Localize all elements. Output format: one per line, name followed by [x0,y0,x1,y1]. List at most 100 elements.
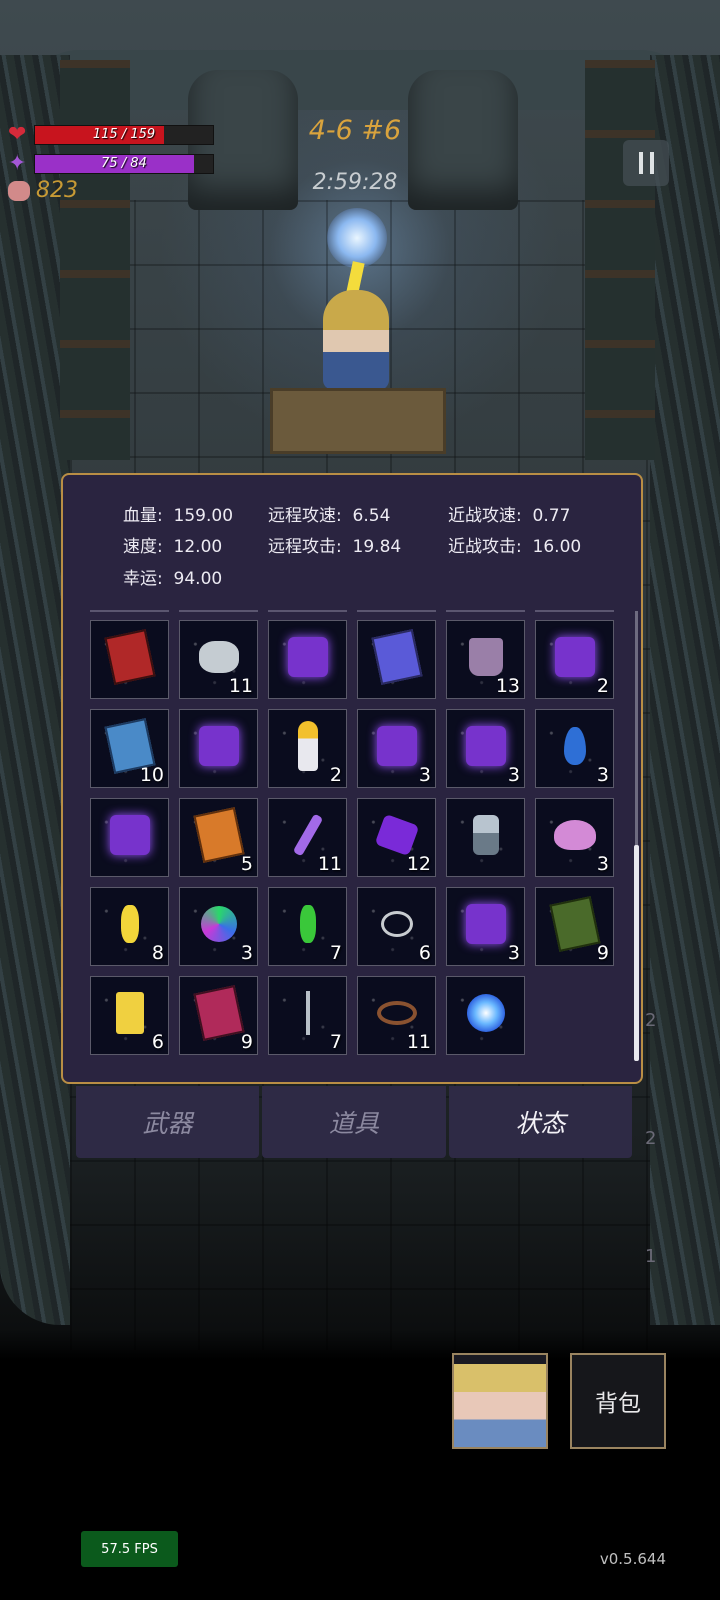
item-count: 12 [406,853,431,875]
coin-count: 823 [36,178,78,203]
inventory-slot[interactable]: 11 [268,798,347,877]
stat-value: 6.54 [352,506,391,526]
inventory-slot[interactable] [179,709,258,788]
inventory-slot[interactable]: 2 [535,620,614,699]
inventory-slot[interactable]: 9 [179,976,258,1055]
yellow-card-icon [115,992,144,1035]
spiral-rune-icon [376,726,417,767]
inventory-slot[interactable]: 12 [357,798,436,877]
swirl-rune-icon [465,904,506,945]
stat-ranged-speed: 远程攻速: 6.54 [268,501,390,526]
bag-button[interactable]: 背包 [570,1353,666,1449]
mana-icon: ✦ [8,151,27,176]
inventory-slot[interactable]: 3 [357,709,436,788]
grid-divider [179,610,258,612]
thorn-wreath-icon [376,1001,417,1026]
inventory-slot[interactable] [90,798,169,877]
inventory-slot[interactable]: 6 [90,976,169,1055]
inventory-slot[interactable] [90,620,169,699]
inventory-slot[interactable]: 3 [446,887,525,966]
item-count: 11 [317,853,342,875]
tab-status[interactable]: 状态 [448,1086,632,1158]
tab-weapons[interactable]: 武器 [76,1086,260,1158]
inventory-slot[interactable]: 3 [179,887,258,966]
shop-table [270,388,446,454]
level-indicator: 4-6 #6 [308,115,402,146]
purple-crystal-icon [374,813,419,857]
inventory-slot[interactable]: 2 [268,709,347,788]
stat-value: 19.84 [352,537,402,557]
merchant-npc[interactable] [323,290,389,390]
scroll-thumb[interactable] [634,845,639,1061]
item-count: 11 [406,1031,431,1053]
stat-luck: 幸运: 94.00 [123,564,222,589]
grid-divider [357,610,436,612]
right-wall [650,55,720,1325]
sun-book-icon [192,807,245,864]
status-panel: 血量: 159.00 远程攻速: 6.54 近战攻速: 0.77 速度: 12.… [61,473,643,1084]
skull-book-icon [103,629,156,686]
run-timer: 2:59:28 [312,170,398,195]
stat-value: 0.77 [532,506,571,526]
pause-icon [638,152,643,174]
inventory-slot[interactable]: 11 [357,976,436,1055]
crystal-orb [327,208,387,268]
inventory-slot[interactable]: 8 [90,887,169,966]
inventory-slot[interactable]: 10 [90,709,169,788]
item-count: 8 [151,942,164,964]
star-trophy-icon [297,721,318,772]
inventory-slot[interactable]: 3 [535,709,614,788]
stat-value: 159.00 [173,506,234,526]
item-count: 7 [329,1031,342,1053]
boots-icon [468,638,503,677]
stat-label: 速度: [123,537,163,557]
inventory-slot[interactable]: 13 [446,620,525,699]
grid-divider [268,610,347,612]
slime-icon [553,820,596,851]
stat-melee-speed: 近战攻速: 0.77 [448,501,570,526]
stat-label: 幸运: [123,569,163,589]
item-count: 5 [240,853,253,875]
side-count-2: 2 [645,1128,657,1149]
inventory-slot[interactable] [446,976,525,1055]
tab-items[interactable]: 道具 [262,1086,446,1158]
inventory-slot[interactable]: 3 [446,709,525,788]
stat-label: 血量: [123,506,163,526]
hp-row: ❤ 115 / 159 [8,122,214,147]
item-count: 3 [596,853,609,875]
stat-hp: 血量: 159.00 [123,501,233,526]
inventory-slot[interactable]: 3 [535,798,614,877]
rainbow-orb-icon [200,906,237,943]
stat-label: 远程攻击: [268,537,342,557]
pause-icon-bar [649,152,654,174]
side-count-3: 1 [645,1246,657,1267]
pause-button[interactable] [623,140,669,186]
item-count: 3 [596,764,609,786]
inventory-slot[interactable] [446,798,525,877]
stat-value: 12.00 [173,537,223,557]
mp-text: 75 / 84 [101,155,147,171]
inventory-slot[interactable]: 11 [179,620,258,699]
item-count: 6 [418,942,431,964]
inventory-slot[interactable]: 6 [357,887,436,966]
inventory-slot[interactable]: 7 [268,976,347,1055]
grid-divider [535,610,614,612]
grid-divider [90,610,169,612]
item-count: 11 [228,675,253,697]
item-count: 6 [151,1031,164,1053]
inventory-slot[interactable] [268,620,347,699]
water-drop-icon [563,727,586,766]
inventory-slot[interactable]: 7 [268,887,347,966]
red-book-icon [192,985,245,1042]
item-count: 3 [507,764,520,786]
inventory-slot[interactable]: 9 [535,887,614,966]
hp-text: 115 / 159 [92,126,156,142]
character-portrait[interactable] [452,1353,548,1449]
left-bookshelf [60,60,130,460]
eye-rune-icon [554,637,595,678]
inventory-slot[interactable] [357,620,436,699]
hammer-icon [472,815,499,856]
cross-rune-icon [465,726,506,767]
inventory-slot[interactable]: 5 [179,798,258,877]
item-count: 2 [596,675,609,697]
